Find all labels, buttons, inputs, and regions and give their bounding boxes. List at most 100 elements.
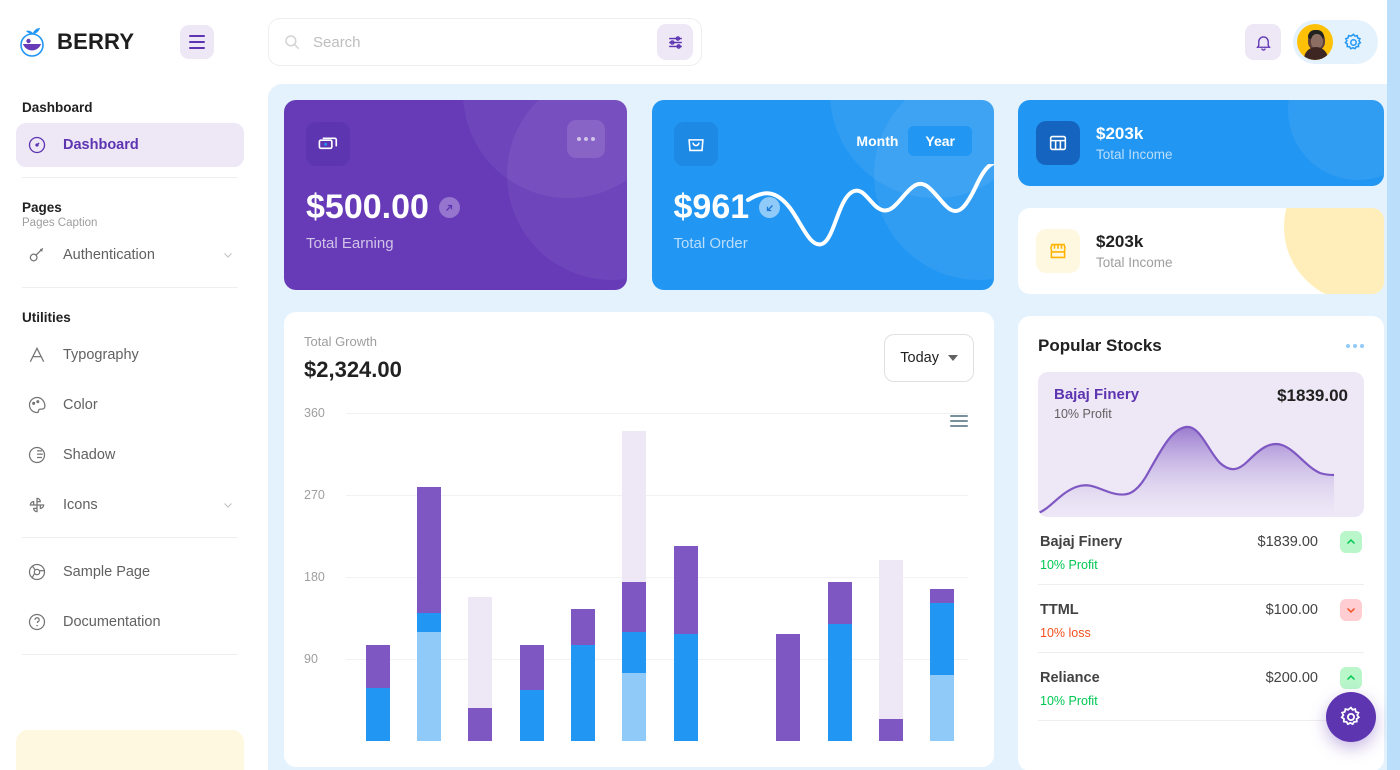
chart-bar	[622, 431, 647, 741]
chart-bar	[365, 645, 390, 741]
gear-icon[interactable]	[1343, 32, 1364, 53]
chevron-down-icon[interactable]	[222, 249, 234, 261]
stock-row-top: TTML $100.00	[1040, 599, 1362, 621]
earning-more-button[interactable]	[566, 120, 605, 158]
chart-bar	[878, 559, 903, 741]
chart-bar-group[interactable]	[917, 401, 968, 741]
store-icon	[1036, 229, 1080, 273]
settings-fab-button[interactable]	[1326, 692, 1376, 742]
gear-icon	[1340, 706, 1361, 726]
sidebar-item-sample-page[interactable]: Sample Page	[16, 550, 244, 594]
chart-bar-group[interactable]	[660, 401, 711, 741]
growth-period-select[interactable]: Today	[884, 334, 974, 382]
chart-bar-segment	[416, 612, 441, 632]
stock-row[interactable]: Reliance $200.00 10% Profit	[1038, 653, 1364, 721]
featured-stock-row: Bajaj Finery 10% Profit $1839.00	[1054, 386, 1348, 421]
stock-row-top: Reliance $200.00	[1040, 667, 1362, 689]
sidebar-item-icons[interactable]: Icons	[16, 483, 244, 527]
order-period-month[interactable]: Month	[856, 133, 898, 149]
stock-row[interactable]	[1038, 721, 1364, 747]
shadow-icon	[26, 444, 48, 466]
table-icon	[1036, 121, 1080, 165]
sidebar-item-dashboard[interactable]: Dashboard	[16, 123, 244, 167]
total-earning-card[interactable]: $500.00 Total Earning	[284, 100, 627, 290]
page-scrollbar[interactable]	[1387, 0, 1400, 770]
sidebar-item-color[interactable]: Color	[16, 383, 244, 427]
chart-bar-segment	[776, 633, 801, 741]
search-bar[interactable]	[268, 18, 702, 66]
hero-cards-row: $500.00 Total Earning Month Year $961 To…	[284, 100, 994, 290]
chart-y-tick-label: 360	[304, 406, 325, 420]
chart-bar-group[interactable]	[814, 401, 865, 741]
income-amount: $203k	[1096, 232, 1144, 251]
stock-name: TTML	[1040, 602, 1079, 618]
chart-bar-group[interactable]	[352, 401, 403, 741]
chart-bar-segment	[930, 588, 955, 603]
growth-header: Total Growth $2,324.00 Today	[304, 334, 974, 383]
chart-bar-segment	[416, 486, 441, 613]
sidebar-item-label: Icons	[63, 497, 98, 513]
stocks-title: Popular Stocks	[1038, 336, 1162, 355]
chart-bar-segment	[622, 581, 647, 632]
total-order-card[interactable]: Month Year $961 Total Order	[651, 100, 994, 290]
icons-icon	[26, 494, 48, 516]
sidebar-item-authentication[interactable]: Authentication	[16, 233, 244, 277]
total-income-card-white[interactable]: $203k Total Income	[1018, 208, 1384, 294]
chart-bar	[827, 581, 852, 741]
chart-bar-group[interactable]	[403, 401, 454, 741]
chart-bar-group[interactable]	[763, 401, 814, 741]
chart-bar-segment	[827, 581, 852, 625]
order-period-year[interactable]: Year	[908, 126, 972, 156]
right-column: $203k Total Income $203k Total Income Po…	[1018, 100, 1384, 770]
chart-bars	[352, 401, 968, 741]
featured-stock-left: Bajaj Finery 10% Profit	[1054, 386, 1139, 421]
sidebar-toggle-button[interactable]	[180, 25, 215, 59]
chart-bar-segment	[878, 719, 903, 741]
chevron-down-icon[interactable]	[222, 499, 234, 511]
sliders-icon	[668, 35, 682, 49]
earning-amount-row: $500.00	[306, 188, 605, 227]
income-amount: $203k	[1096, 124, 1144, 143]
stock-row[interactable]: Bajaj Finery $1839.00 10% Profit	[1038, 517, 1364, 585]
income-label: Total Income	[1096, 255, 1173, 270]
search-input[interactable]	[301, 33, 657, 51]
chart-y-tick-label: 90	[304, 652, 318, 666]
chart-bar-group[interactable]	[455, 401, 506, 741]
stock-price: $200.00	[1265, 670, 1318, 686]
sidebar-item-typography[interactable]: Typography	[16, 333, 244, 377]
chart-bar-group[interactable]	[865, 401, 916, 741]
chart-bar-segment	[673, 633, 698, 741]
sidebar-group-caption-pages: Pages Caption	[22, 217, 98, 229]
featured-stock[interactable]: Bajaj Finery 10% Profit $1839.00	[1038, 372, 1364, 517]
total-income-card-blue[interactable]: $203k Total Income	[1018, 100, 1384, 186]
brand-logo[interactable]: BERRY	[18, 26, 134, 58]
growth-subtitle: Total Growth	[304, 334, 377, 349]
trend-down-icon	[759, 197, 781, 218]
sidebar-item-label: Sample Page	[63, 564, 151, 580]
order-period-toggle[interactable]: Month Year	[856, 126, 972, 156]
chart-bar-group[interactable]	[506, 401, 557, 741]
stock-name: Reliance	[1040, 670, 1100, 686]
sidebar-promo-card[interactable]	[16, 730, 244, 770]
chart-bar-segment	[519, 689, 544, 741]
stock-price: $1839.00	[1257, 534, 1318, 550]
chart-bar-group[interactable]	[609, 401, 660, 741]
chart-bar-segment	[519, 645, 544, 690]
chart-bar-group[interactable]	[557, 401, 608, 741]
stocks-more-button[interactable]	[1346, 344, 1364, 348]
content-area: $500.00 Total Earning Month Year $961 To…	[268, 84, 1400, 770]
earning-label: Total Earning	[306, 235, 394, 252]
sidebar-item-documentation[interactable]: Documentation	[16, 600, 244, 644]
sidebar-item-shadow[interactable]: Shadow	[16, 433, 244, 477]
chart-bar-group[interactable]	[711, 401, 762, 741]
chevron-down-icon	[948, 355, 958, 361]
chart-bar-segment	[570, 645, 595, 741]
stock-row[interactable]: TTML $100.00 10% loss	[1038, 585, 1364, 653]
notifications-button[interactable]	[1245, 24, 1281, 60]
gauge-icon	[26, 134, 48, 156]
stock-change: 10% loss	[1040, 626, 1091, 640]
total-growth-card: Total Growth $2,324.00 Today 90 180 270 …	[284, 312, 994, 767]
growth-amount: $2,324.00	[304, 357, 402, 382]
search-filter-button[interactable]	[657, 24, 693, 60]
profile-menu[interactable]	[1293, 20, 1378, 64]
